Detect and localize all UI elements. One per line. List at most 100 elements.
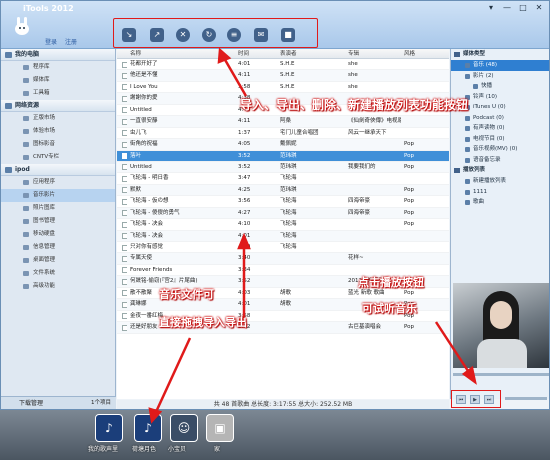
table-row[interactable]: 飞轮海 - 傻傻的勇气 4:27 飞轮海 四海帝豪 Pop: [117, 207, 449, 220]
media-kuaibo[interactable]: 快播: [451, 81, 549, 92]
register-link[interactable]: 注册: [65, 39, 77, 46]
desktop-music-file-icon[interactable]: ♪: [95, 414, 123, 442]
table-row[interactable]: 飞轮海 - 决会 4:01 飞轮海: [117, 230, 449, 242]
row-checkbox[interactable]: [117, 70, 127, 80]
sidebar-item-cntv[interactable]: CNTV专栏: [1, 151, 115, 164]
row-checkbox[interactable]: [117, 276, 127, 286]
mail-icon[interactable]: ✉: [254, 28, 268, 42]
row-checkbox[interactable]: [117, 288, 127, 298]
sidebar-item-desktop[interactable]: 桌面管理: [1, 254, 115, 267]
table-row[interactable]: Untitled 3:52 范玮琪 我要我们的 Pop: [117, 161, 449, 174]
table-row[interactable]: 只对你有感觉 4:20 飞轮海: [117, 242, 449, 254]
row-checkbox[interactable]: [117, 231, 127, 241]
desktop-image-icon[interactable]: ▣: [206, 414, 234, 442]
download-manager[interactable]: 下载管理 1个项目: [1, 396, 116, 409]
next-icon[interactable]: ⏭: [484, 395, 494, 404]
row-checkbox[interactable]: [117, 253, 127, 263]
media-mv[interactable]: 音乐视频(MV) (0): [451, 144, 549, 155]
playback-progress[interactable]: [453, 373, 549, 376]
row-checkbox[interactable]: [117, 173, 127, 183]
media-podcast[interactable]: Podcast (0): [451, 113, 549, 124]
row-checkbox[interactable]: [117, 208, 127, 218]
row-checkbox[interactable]: [117, 151, 127, 161]
sidebar-item-icon-media[interactable]: 图标影音: [1, 138, 115, 151]
minimize-button[interactable]: —: [501, 3, 513, 13]
row-checkbox[interactable]: [117, 219, 127, 229]
media-tv[interactable]: 电视节目 (0): [451, 134, 549, 145]
col-album[interactable]: 专辑: [345, 49, 401, 58]
row-checkbox[interactable]: [117, 128, 127, 138]
stop-icon[interactable]: ■: [281, 28, 295, 42]
table-row[interactable]: 他还是不懂 4:11 S.H.E she: [117, 70, 449, 82]
close-button[interactable]: ✕: [533, 3, 545, 13]
sidebar-item-toolbox[interactable]: 工具箱: [1, 87, 115, 100]
playlist-new[interactable]: 新建播放列表: [451, 176, 549, 187]
row-checkbox[interactable]: [117, 59, 127, 69]
table-row[interactable]: 花都开好了 4:01 S.H.E she: [117, 59, 449, 71]
sidebar-item-filesystem[interactable]: 文件系统: [1, 267, 115, 280]
row-checkbox[interactable]: [117, 139, 127, 149]
media-music[interactable]: 音乐 (48): [451, 60, 549, 71]
row-checkbox[interactable]: [117, 116, 127, 126]
sidebar-item-advanced[interactable]: 高级功能: [1, 280, 115, 293]
row-checkbox[interactable]: [117, 185, 127, 195]
row-checkbox[interactable]: [117, 82, 127, 92]
row-checkbox[interactable]: [117, 162, 127, 172]
sidebar-item-apps[interactable]: 应用程序: [1, 176, 115, 189]
play-icon[interactable]: ▶: [470, 395, 480, 404]
row-checkbox[interactable]: [117, 105, 127, 115]
volume-slider[interactable]: [505, 397, 547, 400]
header-check[interactable]: [117, 49, 127, 58]
menu-button[interactable]: ▾: [485, 3, 497, 13]
sidebar-item-program-library[interactable]: 程序库: [1, 61, 115, 74]
media-movies[interactable]: 影片 (2): [451, 71, 549, 82]
sidebar-item-photos[interactable]: 照片图库: [1, 202, 115, 215]
row-checkbox[interactable]: [117, 322, 127, 332]
table-row[interactable]: 默默 4:25 范玮琪 Pop: [117, 184, 449, 197]
row-checkbox[interactable]: [117, 242, 127, 252]
section-ipod[interactable]: ipod: [1, 164, 115, 176]
table-row[interactable]: 飞轮海 - 明日香 3:47 飞轮海: [117, 173, 449, 185]
import-icon[interactable]: ↘: [122, 28, 136, 42]
sidebar-item-media-library[interactable]: 媒体库: [1, 74, 115, 87]
table-row[interactable]: 一直很安靜 4:11 阿桑 《仙劍奇俠傳》电视原声带: [117, 116, 449, 128]
playlist-songs[interactable]: 歌曲: [451, 197, 549, 208]
desktop-album-image-icon[interactable]: ☺: [170, 414, 198, 442]
refresh-icon[interactable]: ↻: [202, 28, 216, 42]
delete-icon[interactable]: ✕: [176, 28, 190, 42]
desktop-music-file-icon[interactable]: ♪: [134, 414, 162, 442]
playlist-icon[interactable]: ≡: [227, 28, 241, 42]
section-my-computer[interactable]: 我的电脑: [1, 49, 115, 61]
table-row[interactable]: 落叶 3:52 范玮琪 Pop: [117, 150, 449, 162]
sidebar-item-disk[interactable]: 移动硬盘: [1, 228, 115, 241]
maximize-button[interactable]: □: [517, 3, 529, 13]
export-icon[interactable]: ↗: [150, 28, 164, 42]
login-link[interactable]: 登录: [45, 39, 57, 46]
table-row[interactable]: 街角的祝福 4:05 戴佩妮 Pop: [117, 139, 449, 151]
table-row[interactable]: I Love You 3:58 S.H.E she: [117, 82, 449, 94]
row-checkbox[interactable]: [117, 265, 127, 275]
table-row[interactable]: 虫儿飞 1:37 宅门儿童合唱团 风云一继承天下: [117, 128, 449, 140]
media-audiobooks[interactable]: 有声读物 (0): [451, 123, 549, 134]
col-time[interactable]: 时间: [235, 49, 277, 58]
col-name[interactable]: 名称: [127, 49, 235, 58]
sidebar-item-music-video[interactable]: 音乐影片: [1, 189, 115, 202]
row-checkbox[interactable]: [117, 299, 127, 309]
previous-icon[interactable]: ⏮: [456, 395, 466, 404]
sidebar-item-books[interactable]: 图书管理: [1, 215, 115, 228]
sidebar-item-official-market[interactable]: 正版市场: [1, 112, 115, 125]
col-genre[interactable]: 风格: [401, 49, 449, 58]
sidebar-item-trial-market[interactable]: 体验市场: [1, 125, 115, 138]
row-checkbox[interactable]: [117, 196, 127, 206]
table-row[interactable]: 专属天使 3:40 花样~: [117, 253, 449, 265]
media-voice-memos[interactable]: 语音备忘录: [451, 155, 549, 166]
row-checkbox[interactable]: [117, 311, 127, 321]
table-row[interactable]: 飞轮海 - 决会 4:10 飞轮海 Pop: [117, 219, 449, 231]
table-row[interactable]: 飞轮海 - 仮の想 3:56 飞轮海 四海帝豪 Pop: [117, 196, 449, 208]
sidebar-item-messages[interactable]: 信息管理: [1, 241, 115, 254]
section-network[interactable]: 网络资源: [1, 100, 115, 112]
row-checkbox[interactable]: [117, 93, 127, 103]
col-artist[interactable]: 表演者: [277, 49, 345, 58]
playlists-heading: 播放列表: [451, 165, 549, 176]
playlist-1111[interactable]: 1111: [451, 187, 549, 198]
